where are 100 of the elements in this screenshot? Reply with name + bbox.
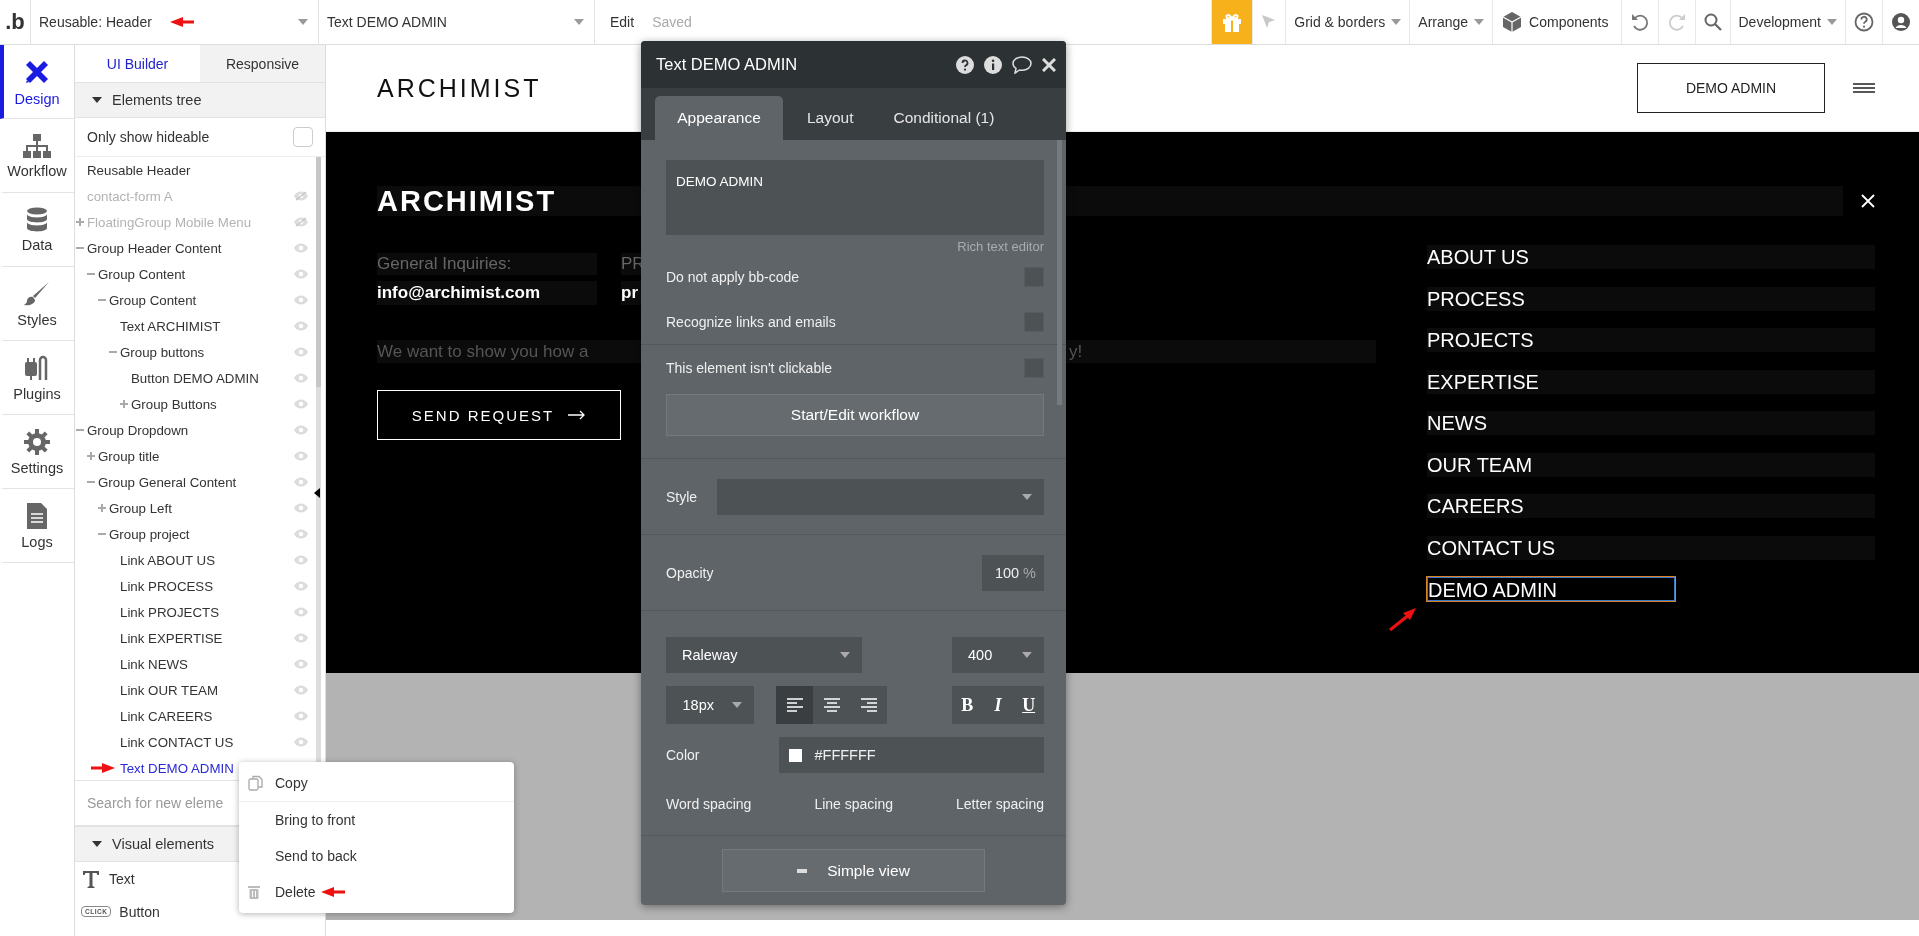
panel-tab[interactable]: Appearance — [655, 96, 783, 140]
tree-item[interactable]: Reusable Header — [87, 162, 191, 178]
tree-item[interactable]: Group Content — [109, 292, 197, 308]
eye-icon[interactable] — [294, 425, 308, 435]
nav-link[interactable]: ABOUT US — [1427, 245, 1875, 269]
collapse-icon[interactable] — [87, 270, 95, 278]
help-icon[interactable] — [956, 55, 974, 74]
eye-icon[interactable] — [294, 659, 308, 669]
eye-icon[interactable] — [294, 451, 308, 461]
sidebar-tab[interactable]: Data — [0, 193, 74, 267]
expand-icon[interactable] — [87, 452, 95, 460]
sidebar-tab[interactable]: Logs — [0, 489, 74, 563]
toolbar-menu[interactable]: Grid & borders — [1285, 0, 1410, 44]
eye-icon[interactable] — [294, 399, 308, 409]
nav-link[interactable]: OUR TEAM — [1427, 452, 1875, 477]
collapse-icon[interactable] — [109, 348, 117, 356]
tree-item[interactable]: Group Content — [98, 266, 186, 282]
panel-tab[interactable]: Conditional (1) — [877, 96, 1011, 140]
components-button[interactable]: Components — [1492, 0, 1621, 44]
close-icon[interactable] — [1042, 57, 1056, 72]
tree-item[interactable]: Link PROJECTS — [120, 604, 219, 620]
expand-icon[interactable] — [76, 218, 84, 226]
nav-link[interactable]: PROJECTS — [1427, 328, 1875, 352]
tree-item[interactable]: Link CAREERS — [120, 708, 213, 724]
tree-item[interactable]: Button DEMO ADMIN — [131, 370, 259, 386]
tree-item[interactable]: Link CONTACT US — [120, 734, 234, 750]
eye-icon[interactable] — [294, 555, 308, 565]
panel-tab[interactable]: Responsive — [200, 45, 325, 82]
align-left-button[interactable] — [776, 686, 813, 724]
nav-link[interactable]: EXPERTISE — [1427, 369, 1875, 394]
send-request-button[interactable]: SEND REQUEST — [377, 390, 621, 440]
tree-item[interactable]: Link ABOUT US — [120, 552, 216, 568]
size-dropdown[interactable]: 18px — [666, 686, 754, 724]
sidebar-tab[interactable]: Settings — [0, 415, 74, 489]
sidebar-tab[interactable]: Styles — [0, 267, 74, 341]
eye-icon[interactable] — [294, 477, 308, 487]
collapse-icon[interactable] — [76, 426, 84, 434]
expand-icon[interactable] — [120, 400, 128, 408]
nav-link[interactable]: NEWS — [1427, 411, 1875, 435]
collapse-icon[interactable] — [87, 478, 95, 486]
page-dropdown[interactable]: Reusable: Header — [30, 0, 318, 44]
color-swatch[interactable] — [789, 748, 803, 762]
eye-icon[interactable] — [294, 581, 308, 591]
eye-icon[interactable] — [294, 607, 308, 617]
panel-tab[interactable]: Layout — [791, 96, 870, 140]
eye-icon[interactable] — [294, 321, 308, 331]
collapse-icon[interactable] — [98, 530, 106, 538]
sidebar-tab[interactable]: Plugins — [0, 341, 74, 415]
tree-item[interactable]: Group General Content — [98, 474, 237, 490]
demo-admin-button[interactable]: DEMO ADMIN — [1637, 63, 1825, 113]
weight-dropdown[interactable]: 400 — [952, 637, 1044, 673]
section-header[interactable]: Elements tree — [75, 82, 325, 118]
tree-item[interactable]: Group Buttons — [131, 396, 217, 412]
tree-item[interactable]: Text ARCHIMIST — [120, 318, 221, 334]
tree-item[interactable]: Group Header Content — [87, 240, 222, 256]
text-content-field[interactable]: DEMO ADMIN — [666, 160, 1044, 235]
tree-item[interactable]: Group title — [98, 448, 160, 464]
toolbar-menu[interactable]: Development — [1729, 0, 1845, 44]
tree-item[interactable]: Link PROCESS — [120, 578, 214, 594]
color-field[interactable]: #FFFFFF — [779, 737, 1044, 773]
collapse-panel-icon[interactable] — [314, 488, 320, 498]
simple-view-button[interactable]: Simple view — [722, 849, 985, 892]
collapse-icon[interactable] — [76, 244, 84, 252]
hidden-eye-icon[interactable] — [294, 191, 308, 201]
tree-item[interactable]: Group buttons — [120, 344, 205, 360]
eye-icon[interactable] — [294, 295, 308, 305]
gift-button[interactable] — [1211, 0, 1253, 44]
sidebar-tab[interactable]: Workflow — [0, 119, 74, 193]
start-workflow-button[interactable]: Start/Edit workflow — [666, 394, 1044, 436]
nav-link[interactable]: CAREERS — [1427, 494, 1875, 518]
font-dropdown[interactable]: Raleway — [666, 637, 862, 673]
eye-icon[interactable] — [294, 685, 308, 695]
style-dropdown[interactable] — [717, 478, 1044, 515]
eye-icon[interactable] — [294, 633, 308, 643]
eye-icon[interactable] — [294, 269, 308, 279]
tree-item[interactable]: Link NEWS — [120, 656, 188, 672]
expand-icon[interactable] — [98, 504, 106, 512]
nav-link[interactable]: CONTACT US — [1427, 535, 1875, 560]
eye-icon[interactable] — [294, 373, 308, 383]
eye-icon[interactable] — [294, 243, 308, 253]
eye-icon[interactable] — [294, 529, 308, 539]
comment-icon[interactable] — [1012, 55, 1032, 74]
collapse-icon[interactable] — [98, 296, 106, 304]
opacity-field[interactable]: 100 % — [982, 554, 1044, 591]
toolbar-menu[interactable]: Arrange — [1409, 0, 1493, 44]
eye-icon[interactable] — [294, 503, 308, 513]
info-icon[interactable] — [984, 55, 1002, 74]
eye-icon[interactable] — [294, 347, 308, 357]
nav-link[interactable]: PROCESS — [1427, 286, 1875, 311]
tree-item[interactable]: Text DEMO ADMIN — [120, 760, 234, 776]
scrollbar[interactable] — [1057, 140, 1062, 405]
eye-icon[interactable] — [294, 711, 308, 721]
eye-icon[interactable] — [294, 737, 308, 747]
tree-item[interactable]: Link OUR TEAM — [120, 682, 219, 698]
hidden-eye-icon[interactable] — [294, 217, 308, 227]
tree-item[interactable]: Group Dropdown — [87, 422, 189, 438]
tree-item[interactable]: Group project — [109, 526, 190, 542]
element-dropdown[interactable]: Text DEMO ADMIN — [318, 0, 594, 44]
menu-item[interactable]: Delete — [239, 874, 514, 910]
menu-item[interactable]: Copy — [239, 765, 514, 801]
